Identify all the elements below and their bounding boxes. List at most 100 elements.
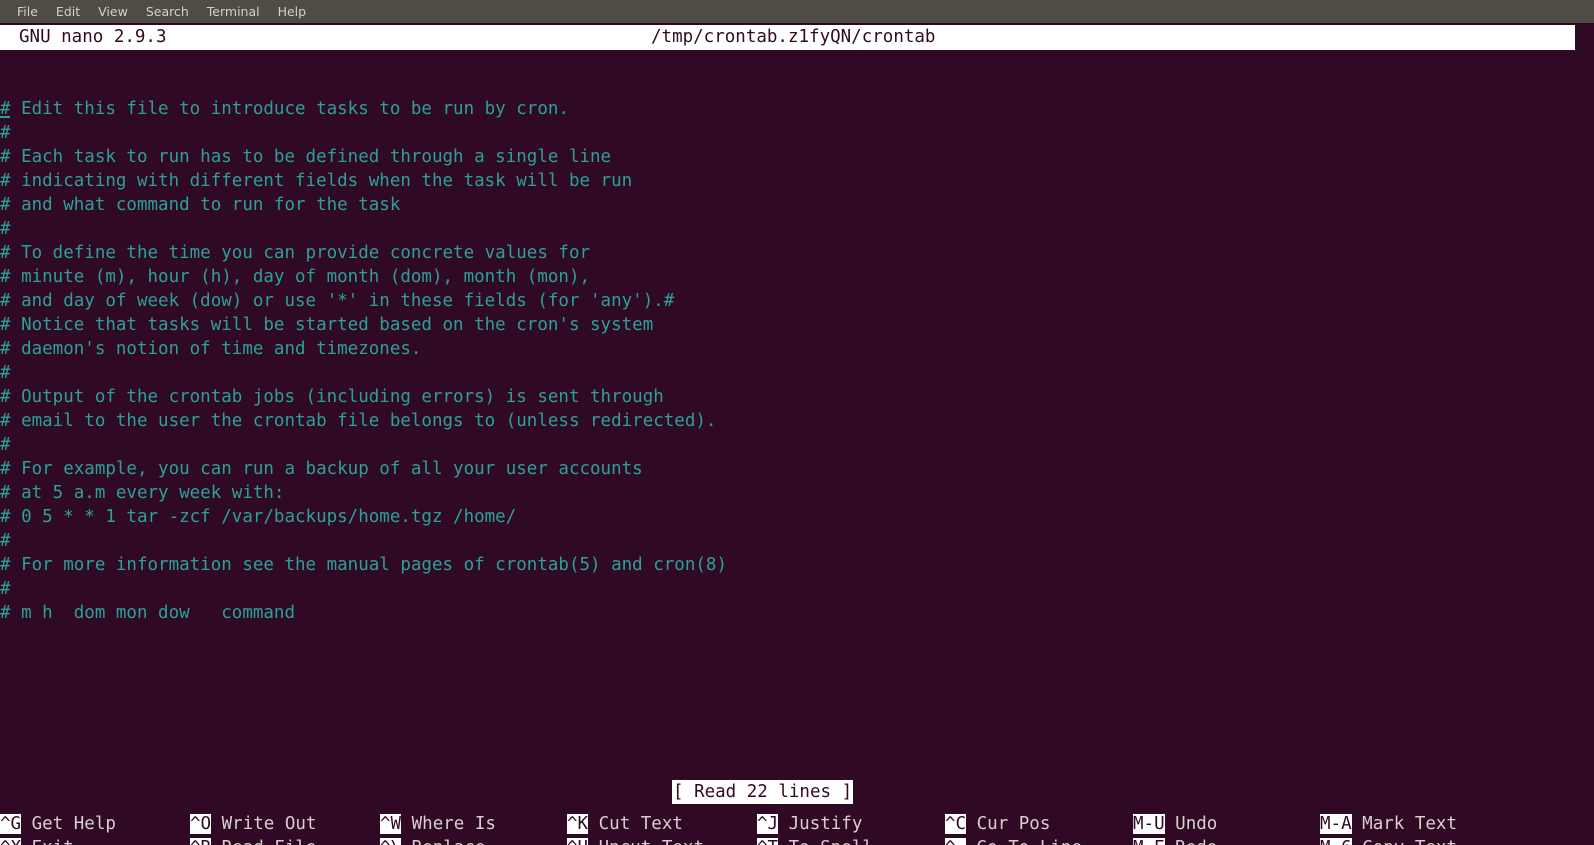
editor-line: # Edit this file to introduce tasks to b… [0,97,1594,121]
shortcut-spacer [211,814,222,834]
menu-item-help[interactable]: Help [269,0,316,23]
nano-text-area[interactable]: # Edit this file to introduce tasks to b… [0,97,1594,625]
shortcut-key: ^K [567,814,588,834]
shortcut-label: To Spell [789,838,873,845]
shortcut-key: ^R [190,838,211,845]
shortcut-spacer [778,814,789,834]
nano-file-path: /tmp/crontab.z1fyQN/crontab [651,25,935,50]
shortcut-spacer [1352,838,1363,845]
editor-line: # To define the time you can provide con… [0,241,1594,265]
editor-line: # For more information see the manual pa… [0,553,1594,577]
menu-item-search[interactable]: Search [137,0,198,23]
shortcut-label: Replace [412,838,486,845]
shortcut-key: ^O [190,814,211,834]
shortcut-spacer [1352,814,1363,834]
shortcut-spacer [966,814,977,834]
shortcut-key: ^J [757,814,778,834]
shortcut-label: Mark Text [1362,814,1457,834]
shortcut-cur-pos[interactable]: ^C Cur Pos [945,812,1050,836]
shortcut-label: Write Out [222,814,317,834]
shortcut-label: Justify [789,814,863,834]
shortcut-label: Go To Line [977,838,1082,845]
shortcut-spacer [21,838,32,845]
shortcut-key: M-6 [1320,838,1352,845]
editor-line: # and what command to run for the task [0,193,1594,217]
shortcut-copy-text[interactable]: M-6 Copy Text [1320,836,1457,845]
editor-line: # indicating with different fields when … [0,169,1594,193]
shortcut-exit[interactable]: ^X Exit [0,836,74,845]
nano-version-label: GNU nano 2.9.3 [19,25,167,50]
shortcut-label: Exit [32,838,74,845]
shortcut-spacer [966,838,977,845]
editor-line: # minute (m), hour (h), day of month (do… [0,265,1594,289]
shortcut-undo[interactable]: M-U Undo [1133,812,1217,836]
shortcut-key: ^_ [945,838,966,845]
shortcut-cut-text[interactable]: ^K Cut Text [567,812,683,836]
shortcut-spacer [401,814,412,834]
shortcut-replace[interactable]: ^\ Replace [380,836,485,845]
terminal-surface[interactable]: GNU nano 2.9.3 /tmp/crontab.z1fyQN/cront… [0,23,1594,845]
shortcut-key: M-A [1320,814,1352,834]
shortcut-spacer [21,814,32,834]
nano-title-bar: GNU nano 2.9.3 /tmp/crontab.z1fyQN/cront… [0,25,1575,50]
shortcut-key: ^C [945,814,966,834]
shortcut-spacer [778,838,789,845]
menu-item-edit[interactable]: Edit [47,0,89,23]
shortcut-key: ^W [380,814,401,834]
shortcut-spacer [401,838,412,845]
shortcut-label: Redo [1175,838,1217,845]
menu-item-terminal[interactable]: Terminal [198,0,269,23]
editor-line: # daemon's notion of time and timezones. [0,337,1594,361]
editor-line: # Each task to run has to be defined thr… [0,145,1594,169]
shortcut-spacer [588,814,599,834]
shortcut-key: ^U [567,838,588,845]
shortcut-go-to-line[interactable]: ^_ Go To Line [945,836,1082,845]
menu-item-view[interactable]: View [89,0,137,23]
shortcut-mark-text[interactable]: M-A Mark Text [1320,812,1457,836]
shortcut-label: Read File [222,838,317,845]
shortcut-row-2: ^X Exit ^R Read File ^\ Replace ^U Uncut Te… [0,836,1594,845]
shortcut-label: Cut Text [599,814,683,834]
editor-line: # at 5 a.m every week with: [0,481,1594,505]
editor-line: # [0,577,1594,601]
menu-item-file[interactable]: File [8,0,47,23]
shortcut-key: ^\ [380,838,401,845]
editor-line: # m h dom mon dow command [0,601,1594,625]
shortcut-write-out[interactable]: ^O Write Out [190,812,316,836]
shortcut-row-1: ^G Get Help ^O Write Out ^W Where Is ^K Cut… [0,812,1594,836]
shortcut-spacer [211,838,222,845]
shortcut-spacer [1165,838,1176,845]
editor-line: # [0,433,1594,457]
shortcut-justify[interactable]: ^J Justify [757,812,862,836]
shortcut-key: M-U [1133,814,1165,834]
shortcut-label: Copy Text [1362,838,1457,845]
shortcut-where-is[interactable]: ^W Where Is [380,812,496,836]
window-menubar: FileEditViewSearchTerminalHelp [0,0,1594,23]
shortcut-read-file[interactable]: ^R Read File [190,836,316,845]
editor-line: # Notice that tasks will be started base… [0,313,1594,337]
shortcut-uncut-text[interactable]: ^U Uncut Text [567,836,704,845]
editor-line: # 0 5 * * 1 tar -zcf /var/backups/home.t… [0,505,1594,529]
editor-line: # [0,361,1594,385]
shortcut-label: Get Help [32,814,116,834]
shortcut-to-spell[interactable]: ^T To Spell [757,836,873,845]
editor-line: # For example, you can run a backup of a… [0,457,1594,481]
nano-shortcut-bar: ^G Get Help ^O Write Out ^W Where Is ^K Cut… [0,812,1594,845]
editor-line: # email to the user the crontab file bel… [0,409,1594,433]
shortcut-key: M-E [1133,838,1165,845]
shortcut-label: Uncut Text [599,838,704,845]
shortcut-redo[interactable]: M-E Redo [1133,836,1217,845]
shortcut-label: Undo [1175,814,1217,834]
shortcut-label: Cur Pos [977,814,1051,834]
editor-line: # [0,217,1594,241]
editor-line: # [0,529,1594,553]
nano-status-message: [ Read 22 lines ] [672,780,853,804]
shortcut-label: Where Is [412,814,496,834]
shortcut-get-help[interactable]: ^G Get Help [0,812,116,836]
shortcut-key: ^X [0,838,21,845]
shortcut-spacer [588,838,599,845]
editor-line: # Output of the crontab jobs (including … [0,385,1594,409]
editor-line: # [0,121,1594,145]
shortcut-spacer [1165,814,1176,834]
shortcut-key: ^T [757,838,778,845]
